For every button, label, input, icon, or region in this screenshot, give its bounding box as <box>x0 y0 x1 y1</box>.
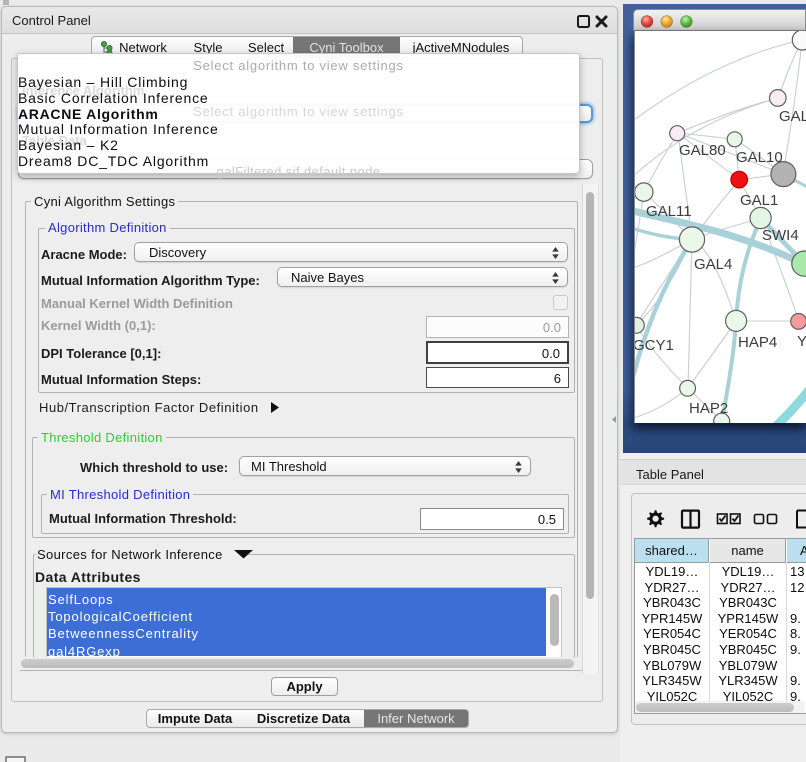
svg-text:HAP4: HAP4 <box>738 334 777 351</box>
svg-text:GCY1: GCY1 <box>635 337 674 354</box>
svg-text:GAL4: GAL4 <box>694 256 732 273</box>
svg-text:GAL1: GAL1 <box>740 192 778 209</box>
svg-text:SWI4: SWI4 <box>762 227 799 244</box>
svg-text:Y: Y <box>797 333 806 350</box>
svg-text:GAL11: GAL11 <box>646 203 692 220</box>
svg-text:GAL80: GAL80 <box>679 142 726 159</box>
svg-text:GAL7: GAL7 <box>779 108 806 125</box>
svg-text:HAP2: HAP2 <box>689 400 728 417</box>
svg-text:GAL10: GAL10 <box>736 149 783 166</box>
